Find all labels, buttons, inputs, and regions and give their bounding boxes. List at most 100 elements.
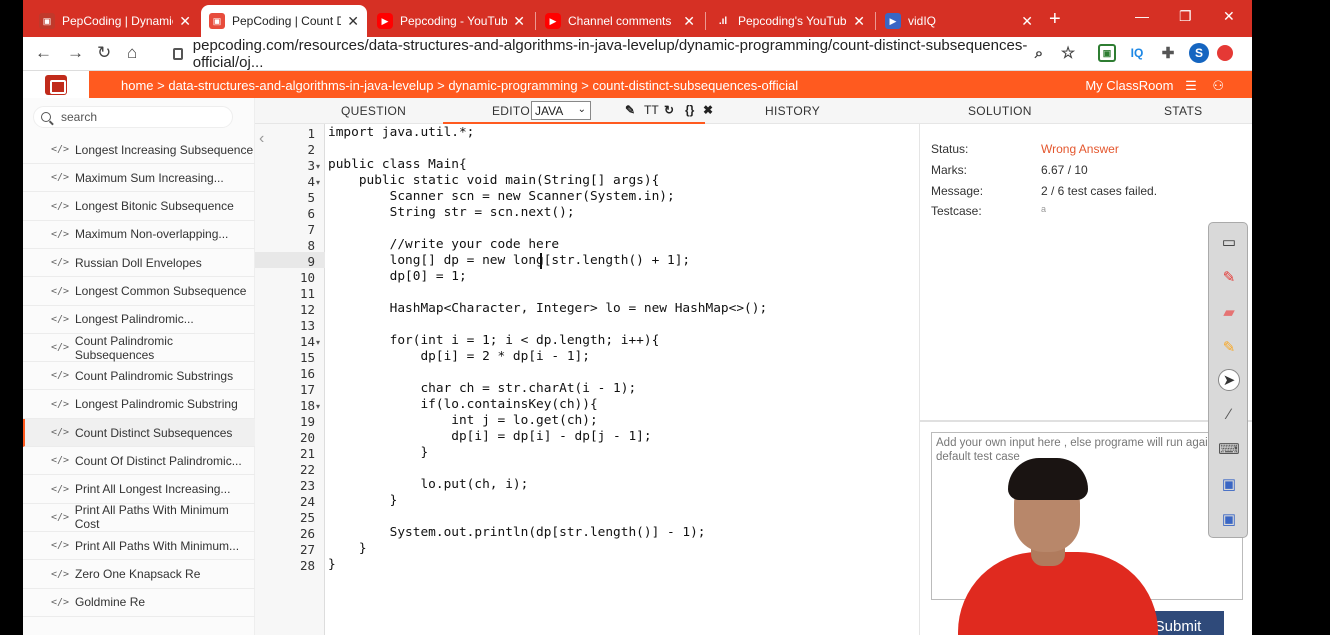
extension-red-icon[interactable]	[1217, 45, 1233, 61]
marks-value: 6.67 / 10	[1041, 163, 1088, 177]
close-tab-icon[interactable]: ✕	[853, 13, 865, 30]
zoom-icon[interactable]: ⌕	[1030, 44, 1048, 62]
new-tab-button[interactable]: +	[1049, 8, 1061, 31]
sidebar-question-item[interactable]: </> Maximum Sum Increasing...	[23, 164, 255, 193]
line-number: 27	[299, 542, 315, 557]
sidebar-question-item[interactable]: </> Longest Increasing Subsequence	[23, 136, 255, 164]
sidebar-question-item[interactable]: </> Count Palindromic Subsequences	[23, 334, 255, 363]
braces-icon[interactable]: {}	[685, 103, 694, 117]
extensions-puzzle-icon[interactable]: ✚	[1159, 44, 1177, 62]
code-line: dp[i] = 2 * dp[i - 1];	[328, 349, 590, 364]
fullscreen-icon[interactable]: ✖	[703, 103, 713, 117]
sidebar-question-item[interactable]: </> Longest Palindromic...	[23, 306, 255, 334]
tab-stats[interactable]: STATS	[1164, 104, 1202, 118]
highlighter-icon[interactable]: ✎	[1218, 336, 1240, 358]
window-close-icon[interactable]: ✕	[1223, 8, 1235, 25]
line-number: 5	[307, 190, 315, 205]
tab-solution[interactable]: SOLUTION	[968, 104, 1032, 118]
brush-icon[interactable]: ✎	[625, 103, 635, 117]
breadcrumb[interactable]: home > data-structures-and-algorithms-in…	[121, 78, 798, 93]
browser-tab-pepcoding-count[interactable]: ▣ PepCoding | Count D ✕	[201, 5, 367, 37]
sidebar-question-label: Longest Bitonic Subsequence	[75, 199, 234, 214]
minimize-icon[interactable]: —	[1135, 8, 1149, 24]
text-size-icon[interactable]: TT	[644, 103, 659, 117]
code-line: if(lo.containsKey(ch)){	[328, 397, 598, 412]
tab-strip: ▣ PepCoding | Dynamic ✕ ▣ PepCoding | Co…	[23, 0, 1252, 37]
fold-toggle-icon[interactable]: ▾	[316, 402, 320, 411]
laser-pointer-icon[interactable]: ∕	[1218, 403, 1240, 425]
pepcoding-logo[interactable]	[45, 75, 67, 95]
reload-icon[interactable]: ↻	[97, 43, 111, 63]
sidebar-question-item[interactable]: </> Print All Longest Increasing...	[23, 476, 255, 504]
profile-avatar[interactable]: S	[1189, 43, 1209, 63]
tab-question[interactable]: QUESTION	[341, 104, 406, 118]
browser-tab-youtube-studio[interactable]: .ıl Pepcoding's YouTube ✕	[707, 5, 873, 37]
tab-title: Pepcoding's YouTube	[738, 14, 848, 28]
code-line: public static void main(String[] args){	[328, 173, 660, 188]
close-tab-icon[interactable]: ✕	[513, 13, 525, 30]
sidebar-question-label: Longest Common Subsequence	[75, 284, 247, 298]
user-icon[interactable]: ⚇	[1212, 78, 1224, 93]
fold-toggle-icon[interactable]: ▾	[316, 162, 320, 171]
code-icon: </>	[51, 285, 70, 297]
sidebar-question-item[interactable]: </> Count Of Distinct Palindromic...	[23, 447, 255, 476]
sidebar-question-item[interactable]: </> Russian Doll Envelopes	[23, 249, 255, 278]
sidebar-question-item[interactable]: </> Zero One Knapsack Re	[23, 561, 255, 589]
home-icon[interactable]: ⌂	[127, 43, 137, 63]
browser-tab-pepcoding-dynamic[interactable]: ▣ PepCoding | Dynamic ✕	[31, 5, 199, 37]
sidebar-question-item[interactable]: </> Goldmine Re	[23, 589, 255, 617]
screen-capture-icon[interactable]: ▣	[1218, 473, 1240, 495]
address-bar[interactable]: pepcoding.com/resources/data-structures-…	[163, 37, 1063, 71]
tab-history[interactable]: HISTORY	[765, 104, 820, 118]
chevron-left-icon[interactable]: ‹	[259, 130, 264, 148]
forward-arrow-icon[interactable]: →	[67, 43, 84, 63]
close-tab-icon[interactable]: ✕	[1021, 13, 1033, 30]
close-tab-icon[interactable]: ✕	[347, 13, 359, 30]
fold-toggle-icon[interactable]: ▾	[316, 178, 320, 187]
sidebar-question-item[interactable]: </> Maximum Non-overlapping...	[23, 221, 255, 249]
refresh-code-icon[interactable]: ↻	[664, 103, 674, 117]
restore-icon[interactable]: ❐	[1179, 8, 1192, 25]
vidiq-favicon-icon: ▶	[885, 13, 901, 29]
fold-toggle-icon[interactable]: ▾	[316, 338, 320, 347]
close-tab-icon[interactable]: ✕	[683, 13, 695, 30]
code-line: }	[328, 557, 336, 572]
sidebar-question-item[interactable]: </> Print All Paths With Minimum Cost	[23, 503, 255, 532]
sidebar-question-item[interactable]: </> Print All Paths With Minimum...	[23, 532, 255, 561]
sidebar-question-item[interactable]: </> Longest Palindromic Substring	[23, 391, 255, 419]
red-pen-icon[interactable]: ✎	[1218, 266, 1240, 288]
bookmark-star-icon[interactable]: ☆	[1059, 44, 1077, 62]
browser-tab-channel-comments[interactable]: ▶ Channel comments ✕	[537, 5, 703, 37]
sidebar-question-item[interactable]: </> Count Palindromic Substrings	[23, 362, 255, 391]
line-number: 13	[299, 318, 315, 333]
back-arrow-icon[interactable]: ←	[35, 43, 52, 63]
code-line: HashMap<Character, Integer> lo = new Has…	[328, 301, 768, 316]
sidebar-question-label: Count Palindromic Substrings	[75, 368, 234, 383]
whiteboard-icon[interactable]: ▭	[1218, 231, 1240, 253]
pepcoding-favicon-icon: ▣	[39, 13, 55, 29]
code-line: long[] dp = new long[str.length() + 1];	[328, 253, 691, 268]
pointer-cursor-icon[interactable]: ➤	[1218, 369, 1240, 391]
browser-tab-vidiq[interactable]: ▶ vidIQ ✕	[877, 5, 1041, 37]
language-select[interactable]: JAVA ⌄	[531, 101, 591, 120]
code-editor[interactable]: ‹ 1 2 3 ▾ 4 ▾ 5 6 7 8 9 10 11 12 13 14 ▾ 15 16 17 18 ▾ 19 20 21 2…	[255, 124, 919, 635]
chevron-down-icon: ⌄	[577, 104, 586, 115]
keyboard-icon[interactable]: ⌨	[1218, 438, 1240, 460]
sidebar-question-item[interactable]: </> Longest Bitonic Subsequence	[23, 193, 255, 221]
line-number: 15	[299, 350, 315, 365]
browser-tab-pepcoding-youtube[interactable]: ▶ Pepcoding - YouTube ✕	[369, 5, 533, 37]
line-number: 12	[299, 302, 315, 317]
sidebar-search-input[interactable]: search	[33, 106, 233, 128]
sidebar-question-item[interactable]: </> Count Distinct Subsequences	[23, 419, 255, 447]
eraser-icon[interactable]: ▰	[1218, 301, 1240, 323]
my-classroom-link[interactable]: My ClassRoom ☰ ⚇	[1085, 78, 1224, 94]
vidiq-extension-icon[interactable]: IQ	[1128, 44, 1146, 62]
editor-tabs-bar: QUESTION EDITOR JAVA ⌄ ✎ TT ↻ {} ✖ HISTO…	[255, 98, 1252, 124]
sidebar-question-item[interactable]: </> Longest Common Subsequence	[23, 278, 255, 306]
text-cursor	[540, 253, 542, 269]
extension-shield-icon[interactable]: ▣	[1098, 44, 1116, 62]
close-tab-icon[interactable]: ✕	[179, 13, 191, 30]
line-number: 11	[299, 286, 315, 301]
display-icon[interactable]: ▣	[1218, 508, 1240, 530]
sidebar-question-label: Count Of Distinct Palindromic...	[75, 453, 242, 468]
